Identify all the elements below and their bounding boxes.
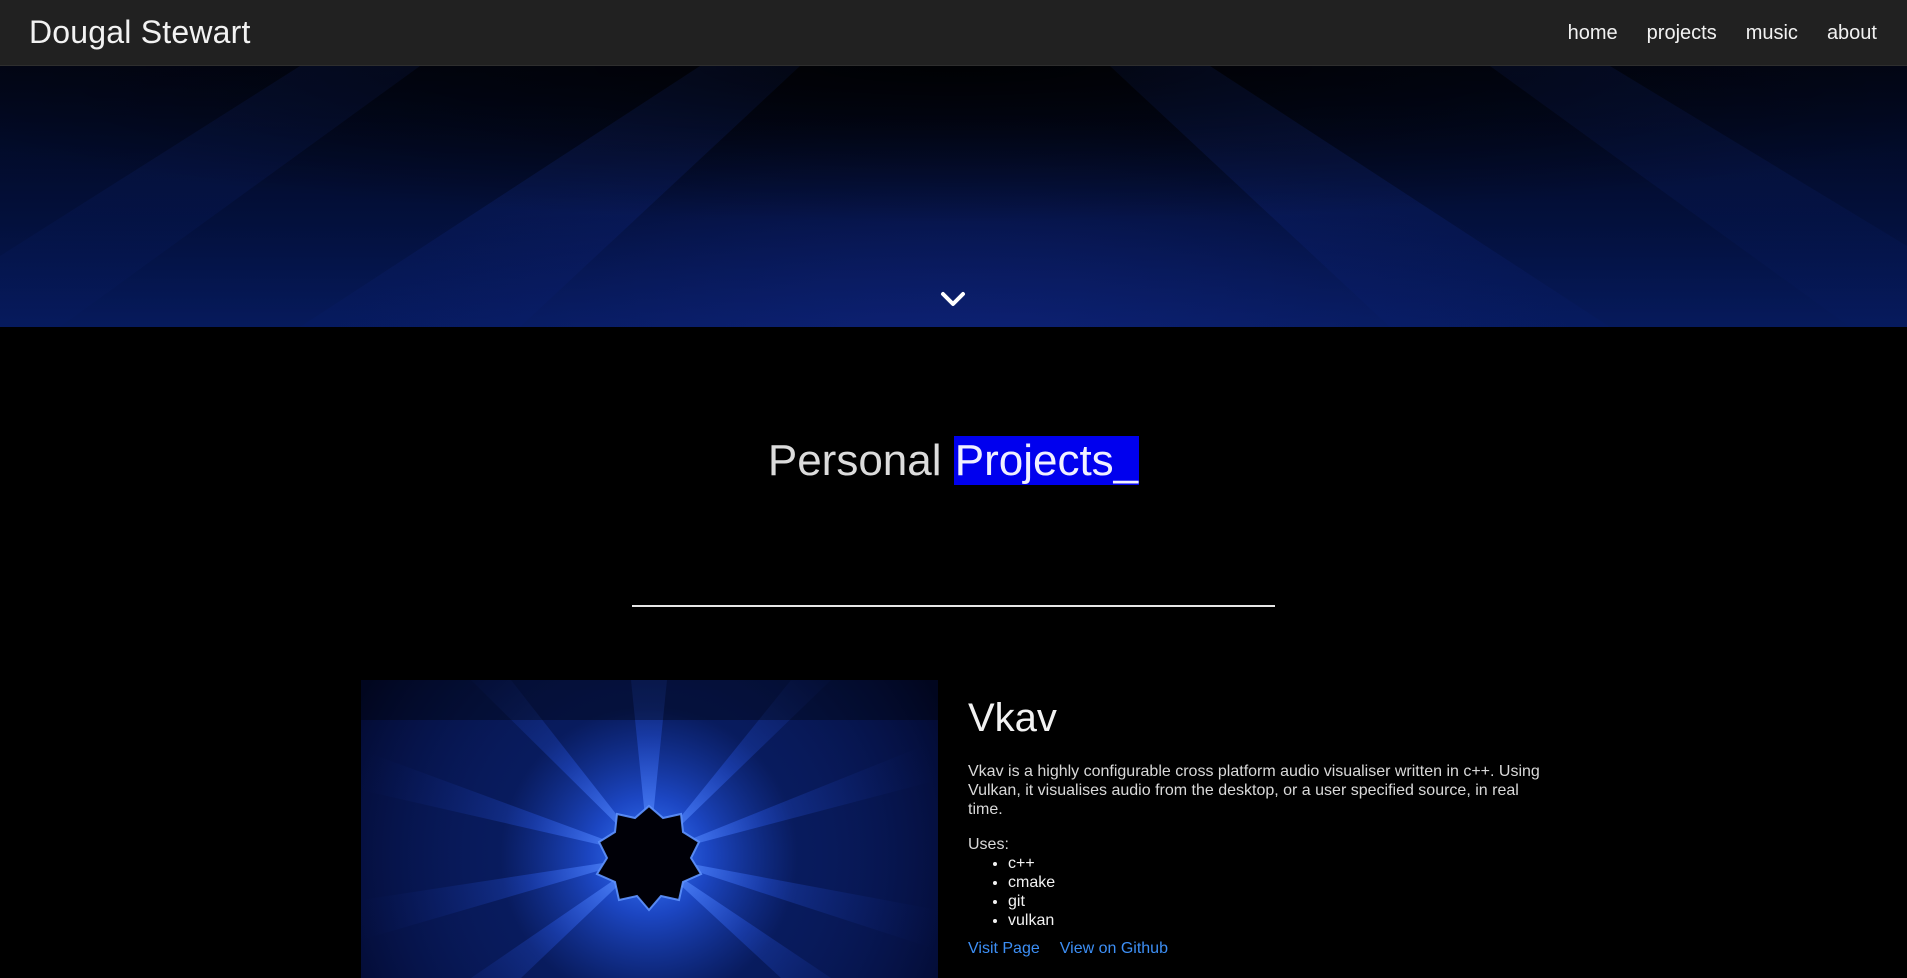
project-links: Visit Page View on Github <box>968 940 1548 958</box>
hero-banner <box>0 66 1907 327</box>
section-title-plain: Personal <box>767 436 954 485</box>
nav-link-about[interactable]: about <box>1827 22 1877 45</box>
vkav-visualiser-image <box>361 680 938 978</box>
view-github-link[interactable]: View on Github <box>1060 940 1168 958</box>
list-item: cmake <box>1008 873 1548 892</box>
site-brand[interactable]: Dougal Stewart <box>29 14 251 51</box>
visit-page-link[interactable]: Visit Page <box>968 940 1040 958</box>
uses-label: Uses: <box>968 836 1009 853</box>
nav-link-music[interactable]: music <box>1746 22 1798 45</box>
list-item: c++ <box>1008 854 1548 873</box>
list-item: vulkan <box>1008 911 1548 930</box>
list-item: git <box>1008 892 1548 911</box>
section-title-highlight: Projects_ <box>953 436 1140 485</box>
uses-list: c++ cmake git vulkan <box>968 854 1548 930</box>
nav-link-projects[interactable]: projects <box>1647 22 1717 45</box>
nav-links: home projects music about <box>1539 0 1907 66</box>
section-divider <box>632 605 1275 607</box>
navbar: Dougal Stewart home projects music about <box>0 0 1907 66</box>
section-title: Personal Projects_ <box>0 436 1907 486</box>
project-thumbnail[interactable] <box>361 680 938 978</box>
project-info: Vkav Vkav is a highly configurable cross… <box>968 692 1548 958</box>
project-title: Vkav <box>968 696 1057 740</box>
project-description: Vkav is a highly configurable cross plat… <box>968 763 1540 818</box>
nav-link-home[interactable]: home <box>1568 22 1618 45</box>
chevron-down-icon[interactable] <box>938 287 968 311</box>
